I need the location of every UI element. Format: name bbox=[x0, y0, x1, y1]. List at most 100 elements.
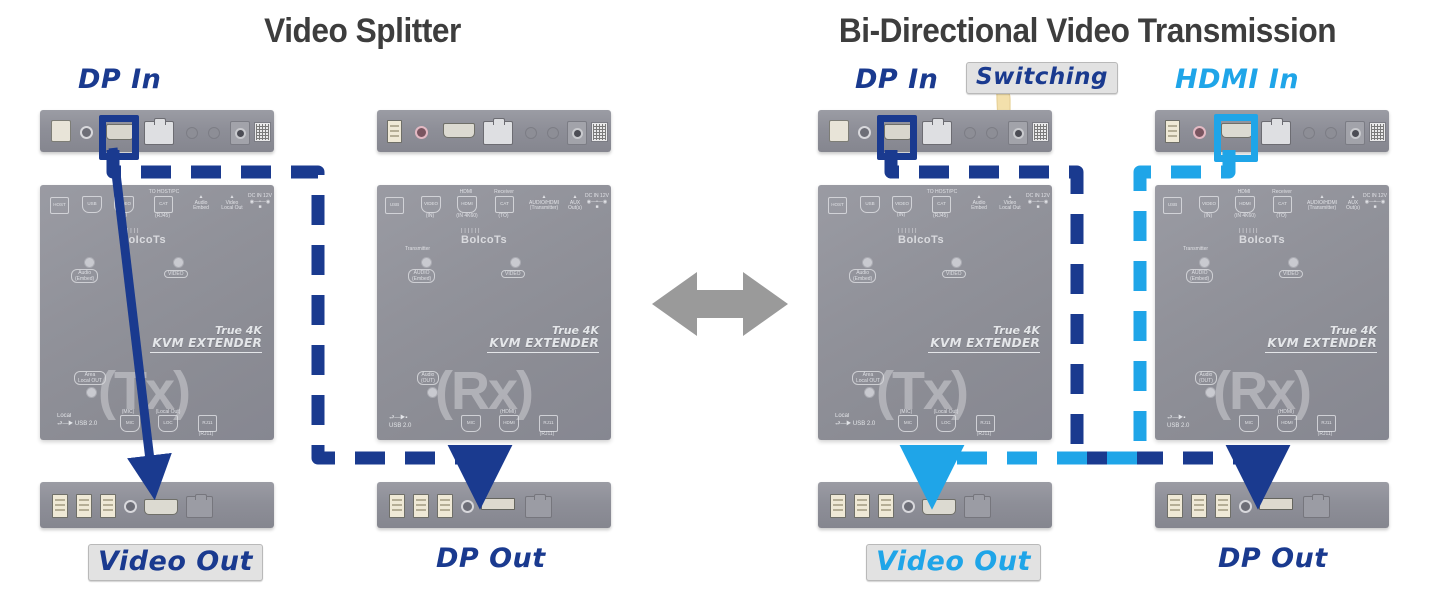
usb-a-port-1[interactable] bbox=[830, 494, 846, 518]
usb-a-port-1[interactable] bbox=[1167, 494, 1183, 518]
dp-out-port[interactable] bbox=[1259, 498, 1293, 510]
usb-b-port[interactable] bbox=[51, 120, 71, 142]
transmitter-label: Transmitter bbox=[1183, 246, 1209, 252]
cat-port-icon: CAT bbox=[495, 196, 514, 213]
usb-a-port-2[interactable] bbox=[1191, 494, 1207, 518]
usb-a-port[interactable] bbox=[387, 120, 402, 143]
usb-a-port-2[interactable] bbox=[76, 494, 92, 518]
usb-a-port[interactable] bbox=[1165, 120, 1180, 143]
audio-out-led-label: Audio (OUT) bbox=[1195, 371, 1217, 385]
hdmi-sublabel-2: (IN 4K60) bbox=[1234, 213, 1256, 219]
audio-led-label: Audio (Embed) bbox=[71, 269, 99, 283]
power-jack[interactable] bbox=[567, 121, 587, 145]
rx-device-body-right: USB VIDEO (IN) HDMI HDMI (IN 4K60) CAT R… bbox=[1155, 185, 1389, 440]
usb-a-port-3[interactable] bbox=[437, 494, 453, 518]
tx-back-panel-left bbox=[40, 110, 274, 152]
audio-jack[interactable] bbox=[415, 126, 428, 139]
audio-jack[interactable] bbox=[461, 500, 474, 513]
transmitter-label: Transmitter bbox=[405, 246, 431, 252]
rx-front-panel-left bbox=[377, 482, 611, 528]
rj11-port[interactable] bbox=[1303, 494, 1330, 518]
brand-logo-tx: |||||| BoIcoTs bbox=[120, 228, 167, 247]
rj45-port[interactable] bbox=[144, 118, 174, 145]
tx-device-body-right: HOST USB VIDEO (IN) TO HOST/PC CAT (RJ45… bbox=[818, 185, 1052, 440]
usb-a-port-1[interactable] bbox=[389, 494, 405, 518]
usb-a-port-2[interactable] bbox=[854, 494, 870, 518]
video-icon: VIDEO bbox=[421, 196, 441, 213]
hdmi-sublabel: HDMI bbox=[1237, 189, 1251, 195]
audio-jack[interactable] bbox=[80, 126, 93, 139]
video-local-out-icon: ▲ Video Local Out bbox=[221, 194, 243, 211]
cat-sublabel: (RJ45) bbox=[932, 213, 948, 219]
rj11-sublabel: (RJ11) bbox=[976, 431, 992, 437]
cat-port-icon: CAT bbox=[154, 196, 173, 213]
hdmi-port[interactable] bbox=[443, 123, 475, 138]
rj11-icon: RJ11 bbox=[1317, 415, 1336, 432]
local-usb-label: Local ⮐—▶ USB 2.0 bbox=[57, 413, 98, 427]
video-out-hdmi-port[interactable] bbox=[922, 499, 956, 515]
label-video-out-right: Video Out bbox=[866, 544, 1041, 581]
usb-a-port-3[interactable] bbox=[1215, 494, 1231, 518]
rj11-icon: RJ11 bbox=[539, 415, 558, 432]
qr-label bbox=[254, 122, 271, 142]
audio-jack[interactable] bbox=[1193, 126, 1206, 139]
rj11-port[interactable] bbox=[186, 494, 213, 518]
qr-label bbox=[1369, 122, 1386, 142]
video-in-sublabel: (IN) bbox=[896, 212, 906, 218]
dp-out-port[interactable] bbox=[481, 498, 515, 510]
local-usb-label: Local ⮐—▶ USB 2.0 bbox=[835, 413, 876, 427]
function-button-1[interactable] bbox=[525, 127, 537, 139]
label-dp-in-left: DP In bbox=[78, 64, 162, 95]
usb-b-port[interactable] bbox=[829, 120, 849, 142]
function-button-1[interactable] bbox=[186, 127, 198, 139]
dc-in-icon: DC IN 12V ◉—•—◉ ■ bbox=[1363, 193, 1387, 210]
cat-sublabel: (TO) bbox=[1276, 213, 1287, 219]
rj45-port[interactable] bbox=[483, 118, 513, 145]
audio-jack[interactable] bbox=[858, 126, 871, 139]
function-button-2[interactable] bbox=[1325, 127, 1337, 139]
power-jack[interactable] bbox=[230, 121, 250, 145]
function-button-1[interactable] bbox=[964, 127, 976, 139]
rj11-port[interactable] bbox=[525, 494, 552, 518]
rx-back-panel-left bbox=[377, 110, 611, 152]
hdmi-sublabel: HDMI bbox=[459, 189, 473, 195]
audio-led-label: Audio (Embed) bbox=[849, 269, 877, 283]
audio-out-led-label: Audio (OUT) bbox=[417, 371, 439, 385]
usb-a-port-3[interactable] bbox=[878, 494, 894, 518]
video-led-label: VIDEO bbox=[501, 270, 525, 278]
dp-in-port-highlight-right bbox=[877, 115, 917, 160]
dc-in-icon: DC IN 12V ◉—•—◉ ■ bbox=[585, 193, 609, 210]
hdmi-out-icon: HDMI bbox=[499, 415, 519, 432]
rj45-port[interactable] bbox=[1261, 118, 1291, 145]
function-button-2[interactable] bbox=[208, 127, 220, 139]
audio-out-led bbox=[427, 387, 438, 398]
audio-led bbox=[1199, 257, 1210, 268]
rj11-port[interactable] bbox=[964, 494, 991, 518]
audio-jack[interactable] bbox=[902, 500, 915, 513]
usb-a-port-1[interactable] bbox=[52, 494, 68, 518]
video-led-label: VIDEO bbox=[1279, 270, 1303, 278]
rx-back-panel-right bbox=[1155, 110, 1389, 152]
rx-front-panel-right bbox=[1155, 482, 1389, 528]
mic-sublabel: (MIC) bbox=[899, 409, 913, 415]
power-jack[interactable] bbox=[1345, 121, 1365, 145]
tx-back-panel-right bbox=[818, 110, 1052, 152]
usb-a-port-3[interactable] bbox=[100, 494, 116, 518]
dc-in-icon: DC IN 12V ◉—•—◉ ■ bbox=[1026, 193, 1050, 210]
power-jack[interactable] bbox=[1008, 121, 1028, 145]
function-button-2[interactable] bbox=[547, 127, 559, 139]
switch-button[interactable] bbox=[986, 127, 998, 139]
usb-a-port-2[interactable] bbox=[413, 494, 429, 518]
video-led bbox=[510, 257, 521, 268]
audio-jack[interactable] bbox=[124, 500, 137, 513]
rj45-port[interactable] bbox=[922, 118, 952, 145]
function-button-1[interactable] bbox=[1303, 127, 1315, 139]
label-dp-in-right: DP In bbox=[855, 64, 939, 95]
rj11-icon: RJ11 bbox=[198, 415, 217, 432]
usb-host-icon: USB bbox=[1163, 197, 1182, 214]
audio-jack[interactable] bbox=[1239, 500, 1252, 513]
label-dp-out-right: DP Out bbox=[1218, 543, 1328, 574]
label-switching[interactable]: Switching bbox=[966, 62, 1118, 94]
video-out-hdmi-port[interactable] bbox=[144, 499, 178, 515]
video-in-sublabel: (IN) bbox=[118, 212, 128, 218]
